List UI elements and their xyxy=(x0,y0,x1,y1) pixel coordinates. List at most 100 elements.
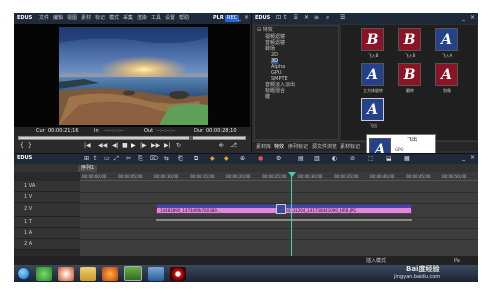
set-out-icon[interactable]: } xyxy=(28,143,32,149)
track-area[interactable]: 14483890_1474d9fb760389... 20131204_1417… xyxy=(80,172,478,256)
menu-item-edit[interactable]: 编辑 xyxy=(53,16,63,21)
tl-tool-13-icon[interactable]: ⊕ xyxy=(240,156,245,162)
menu-item-capture[interactable]: 采集 xyxy=(123,16,133,21)
menu-item-settings[interactable]: 设置 xyxy=(165,16,175,21)
sequence-tab[interactable]: 序列1 xyxy=(78,165,98,172)
delete-icon[interactable]: ✕ xyxy=(304,15,309,21)
menu-item-help[interactable]: 帮助 xyxy=(179,16,189,21)
tl-tool-14-icon[interactable]: ● xyxy=(258,156,263,162)
menu-item-mode[interactable]: 模式 xyxy=(109,16,119,21)
step-back-icon[interactable]: ◀| xyxy=(112,143,119,149)
edius-icon[interactable] xyxy=(124,266,142,281)
effect-thumb-2[interactable]: B xyxy=(398,28,421,51)
panel-minimize-icon[interactable]: _ xyxy=(462,15,465,21)
panel-close-icon[interactable]: × xyxy=(470,15,475,21)
effect-thumb-1[interactable]: B xyxy=(361,28,384,51)
tl-tool-10-icon[interactable]: ⧉ xyxy=(194,156,198,162)
ruler-tick-9: 00:00:45;00 xyxy=(406,174,431,179)
tree-item-keyer[interactable]: 键 xyxy=(265,95,270,100)
stop-icon[interactable]: ■ xyxy=(122,143,128,149)
start-orb-icon[interactable] xyxy=(17,267,30,280)
menu-item-render[interactable]: 渲染 xyxy=(137,16,147,21)
effect-label-4: 立方体旋转 xyxy=(363,88,383,93)
tl-tool-1-icon[interactable]: ⊞ xyxy=(84,156,89,162)
menu-item-view[interactable]: 视图 xyxy=(67,16,77,21)
insert-icon[interactable]: ⎆ xyxy=(219,143,224,149)
tl-tool-9-icon[interactable]: ⎗ xyxy=(178,156,183,162)
menu-item-file[interactable]: 文件 xyxy=(39,16,49,21)
tl-tool-3-icon[interactable]: ▭ xyxy=(104,156,110,162)
folder-icon[interactable]: ⊡ xyxy=(276,15,281,21)
tl-tool-17-icon[interactable]: ▥ xyxy=(314,156,320,162)
tl-tool-2-icon[interactable]: t xyxy=(94,156,96,162)
tab-source-browser[interactable]: 源文件浏览 xyxy=(312,145,337,150)
tl-tool-19-icon[interactable]: ⊘ xyxy=(350,156,355,162)
track-header-1a[interactable]: 1 A xyxy=(14,228,80,239)
track-header-1v[interactable]: 1 V xyxy=(14,192,80,203)
effect-thumb-3[interactable]: A xyxy=(435,28,458,51)
playhead[interactable] xyxy=(291,172,292,256)
track-header-1t[interactable]: 1 T xyxy=(14,217,80,228)
menu-item-tools[interactable]: 工具 xyxy=(151,16,161,21)
clip-1[interactable]: 14483890_1474d9fb760389... xyxy=(156,204,280,214)
effect-thumb-7[interactable]: A xyxy=(361,98,384,121)
tl-tool-20-icon[interactable]: ⬚ xyxy=(368,156,374,162)
tl-tool-15-icon[interactable]: ⚙ xyxy=(276,156,281,162)
playhead-handle[interactable] xyxy=(288,172,296,177)
tl-minimize-icon[interactable]: _ xyxy=(462,155,465,161)
recorder-icon[interactable] xyxy=(170,267,186,281)
transition-marker[interactable] xyxy=(276,204,286,214)
set-in-icon[interactable]: { xyxy=(20,143,24,149)
properties-icon[interactable]: ≡ xyxy=(314,15,319,21)
prev-edit-icon[interactable]: |◀ xyxy=(84,143,91,149)
tab-clip-marker[interactable]: 素材标记 xyxy=(340,145,360,150)
loop-icon[interactable]: ↻ xyxy=(176,143,181,149)
media-icon[interactable] xyxy=(58,267,74,281)
tl-tool-16-icon[interactable]: ▤ xyxy=(298,156,304,162)
tl-tool-4-icon[interactable]: ⤢ xyxy=(114,156,119,162)
tl-close-icon[interactable]: × xyxy=(470,155,475,161)
tl-tool-6-icon[interactable]: ⎘ xyxy=(138,156,143,162)
track-header-2a[interactable]: 2 A xyxy=(14,239,80,250)
tl-tool-8-icon[interactable]: ⇆ xyxy=(164,156,169,162)
search-icon[interactable]: ⌕ xyxy=(326,15,329,21)
text-icon[interactable]: t xyxy=(284,15,286,21)
overwrite-icon[interactable]: ⎇ xyxy=(230,143,237,149)
tab-sequence-marker[interactable]: 序列标记 xyxy=(288,145,308,150)
tl-tool-12-icon[interactable]: ◆ xyxy=(224,156,229,162)
menu-item-clip[interactable]: 素材 xyxy=(81,16,91,21)
menu-item-marker[interactable]: 标记 xyxy=(95,16,105,21)
explorer-icon[interactable] xyxy=(148,267,164,281)
scrub-handle[interactable] xyxy=(189,136,193,140)
tl-tool-11-icon[interactable]: ◆ xyxy=(210,156,215,162)
effect-thumb-6[interactable]: A xyxy=(435,63,458,86)
plr-label[interactable]: PLR xyxy=(213,16,224,21)
timeline-ruler[interactable]: 00:00:00;00 00:00:05;00 00:00:10;00 00:0… xyxy=(80,172,478,181)
tl-tool-22-icon[interactable]: ▦ xyxy=(404,156,410,162)
step-forward-icon[interactable]: |▶ xyxy=(140,143,147,149)
track-header-1va[interactable]: 1 VA xyxy=(14,181,80,192)
new-icon[interactable]: ⌸ xyxy=(294,15,298,21)
track-header-2v[interactable]: 2 V xyxy=(14,203,80,217)
next-edit-icon[interactable]: ▶| xyxy=(164,143,171,149)
tab-bin[interactable]: 素材库 xyxy=(256,145,271,150)
tab-effects[interactable]: 特效 xyxy=(274,145,284,150)
close-icon[interactable]: × xyxy=(244,15,249,21)
play-icon[interactable]: ▶ xyxy=(131,143,136,149)
clip-2[interactable]: 20131204_141738441090_HRB.JPG xyxy=(281,204,412,214)
rec-label[interactable]: REC xyxy=(225,15,240,22)
list-view-icon[interactable]: ☰ xyxy=(340,15,345,21)
tl-tool-5-icon[interactable]: ✂ xyxy=(126,156,131,162)
player-scrub-bar[interactable] xyxy=(18,136,246,140)
firefox-icon[interactable] xyxy=(102,267,118,281)
tl-tool-7-icon[interactable]: ⌦ xyxy=(150,156,158,162)
effect-thumb-5[interactable]: B xyxy=(398,63,421,86)
rewind-icon[interactable]: ◀◀ xyxy=(98,143,107,149)
minimize-icon[interactable]: _ xyxy=(238,15,241,21)
fast-forward-icon[interactable]: ▶▶ xyxy=(151,143,160,149)
folder-taskbar-icon[interactable] xyxy=(80,267,96,281)
effect-thumb-4[interactable]: A xyxy=(361,63,384,86)
ie-icon[interactable] xyxy=(36,267,52,281)
tl-tool-18-icon[interactable]: ◐ xyxy=(332,156,337,162)
tl-tool-21-icon[interactable]: ⬓ xyxy=(386,156,392,162)
